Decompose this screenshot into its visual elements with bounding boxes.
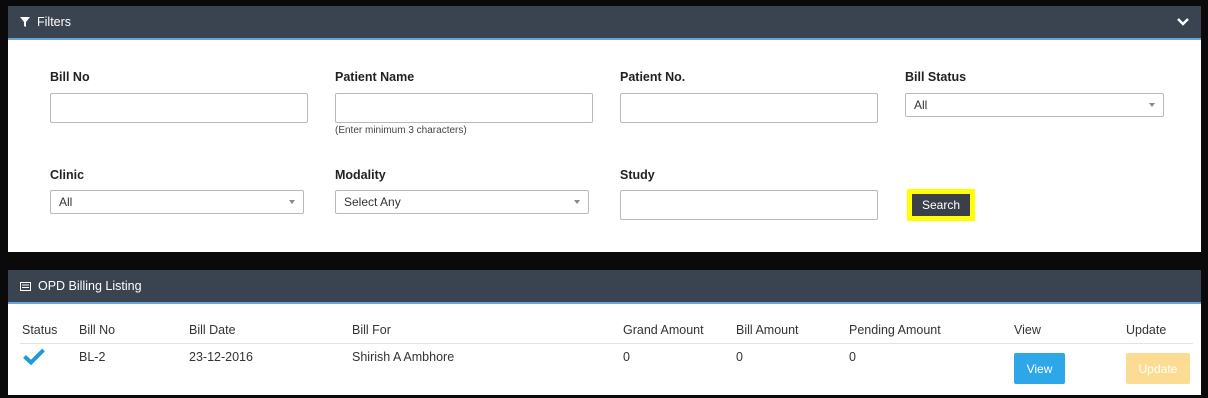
filters-panel: Filters Bill No Patient Name (Enter mini… — [8, 6, 1201, 252]
modality-value: Select Any — [344, 195, 401, 209]
study-field: Study — [620, 168, 655, 182]
cell-bill-for: Shirish A Ambhore — [352, 350, 455, 364]
table-divider — [20, 343, 1193, 344]
dropdown-caret-icon — [1149, 103, 1155, 107]
patient-name-field: Patient Name — [335, 70, 414, 84]
modality-field: Modality — [335, 168, 386, 182]
clinic-label: Clinic — [50, 168, 85, 182]
dropdown-caret-icon — [289, 200, 295, 204]
cell-pending-amount: 0 — [849, 350, 856, 364]
listing-header: OPD Billing Listing — [8, 270, 1201, 304]
patient-no-field: Patient No. — [620, 70, 685, 84]
patient-name-label: Patient Name — [335, 70, 415, 84]
view-button[interactable]: View — [1014, 353, 1065, 384]
filter-icon — [20, 17, 30, 27]
column-header-status: Status — [22, 323, 58, 337]
bill-no-input[interactable] — [50, 93, 308, 123]
column-header-bill-no: Bill No — [79, 323, 116, 337]
study-input[interactable] — [620, 190, 878, 220]
bill-status-value: All — [914, 98, 928, 112]
bill-no-field: Bill No — [50, 70, 90, 84]
check-icon — [23, 348, 45, 368]
column-header-view: View — [1014, 323, 1041, 337]
listing-title: OPD Billing Listing — [38, 279, 142, 293]
list-icon — [20, 281, 31, 291]
column-header-bill-for: Bill For — [352, 323, 391, 337]
patient-name-input[interactable] — [335, 93, 593, 123]
column-header-update: Update — [1126, 323, 1167, 337]
bill-status-label: Bill Status — [905, 70, 967, 84]
column-header-pending-amount: Pending Amount — [849, 323, 941, 337]
column-header-bill-date: Bill Date — [189, 323, 236, 337]
clinic-value: All — [59, 195, 73, 209]
dropdown-caret-icon — [574, 200, 580, 204]
listing-panel: OPD Billing Listing Status Bill No Bill … — [8, 270, 1201, 395]
cell-bill-amount: 0 — [736, 350, 743, 364]
column-header-bill-amount: Bill Amount — [736, 323, 799, 337]
filters-title: Filters — [37, 15, 72, 29]
clinic-field: Clinic — [50, 168, 84, 182]
cell-bill-date: 23-12-2016 — [189, 350, 253, 364]
clinic-select[interactable]: All — [50, 190, 304, 214]
bill-no-label: Bill No — [50, 70, 90, 84]
bill-status-field: Bill Status — [905, 70, 966, 84]
patient-no-label: Patient No. — [620, 70, 686, 84]
study-label: Study — [620, 168, 655, 182]
chevron-down-icon[interactable] — [1177, 18, 1189, 26]
bill-status-select[interactable]: All — [905, 93, 1164, 117]
update-button[interactable]: Update — [1126, 353, 1190, 384]
patient-name-help: (Enter minimum 3 characters) — [335, 125, 467, 136]
search-button[interactable]: Search — [912, 194, 970, 216]
column-header-grand-amount: Grand Amount — [623, 323, 704, 337]
patient-no-input[interactable] — [620, 93, 878, 123]
cell-grand-amount: 0 — [623, 350, 630, 364]
cell-bill-no: BL-2 — [79, 350, 106, 364]
filters-header[interactable]: Filters — [8, 6, 1201, 40]
modality-label: Modality — [335, 168, 386, 182]
search-highlight: Search — [907, 189, 975, 221]
modality-select[interactable]: Select Any — [335, 190, 589, 214]
